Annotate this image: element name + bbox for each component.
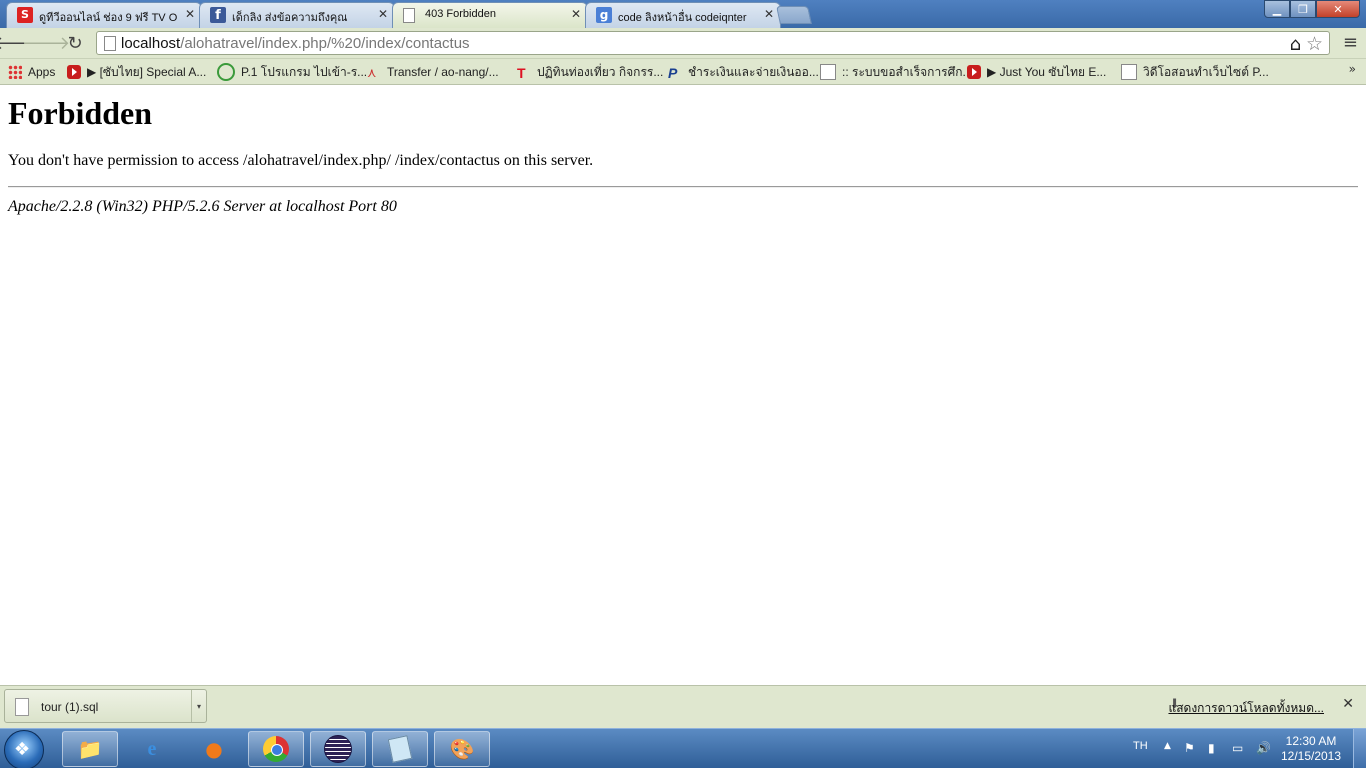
paypal-icon: P — [668, 65, 678, 81]
language-indicator[interactable]: TH — [1133, 740, 1148, 752]
refresh-icon — [217, 63, 235, 81]
explorer-icon[interactable]: 📁 — [62, 731, 118, 767]
action-center-flag-icon[interactable]: ⚑ — [1184, 741, 1195, 755]
url-text[interactable]: localhost/alohatravel/index.php/%20/inde… — [121, 35, 470, 52]
bookmarks-overflow-chevron-icon[interactable]: » — [1349, 62, 1356, 76]
network-icon[interactable]: ▭ — [1232, 741, 1243, 755]
home-icon[interactable]: ⌂ — [1290, 34, 1301, 55]
browser-toolbar: 🡐 🡒 ↻ localhost/alohatravel/index.php/%2… — [0, 28, 1366, 59]
show-desktop-button[interactable] — [1353, 729, 1366, 768]
google-icon: g — [596, 7, 612, 23]
minimize-icon[interactable]: ▁ — [1264, 0, 1290, 18]
tab-4[interactable]: g code ลิงหน้าอื่น codeiqnter ✕ — [585, 2, 781, 28]
youtube-icon — [67, 65, 81, 79]
bookmark-item[interactable]: :: ระบบขอสำเร็จการศึก... — [820, 63, 973, 81]
tab-title: เด็กลิง ส่งข้อความถึงคุณ — [232, 12, 348, 24]
close-window-icon[interactable]: ✕ — [1316, 0, 1360, 18]
bookmark-label: ▶ Just You ซับไทย E... — [987, 64, 1107, 79]
page-icon — [104, 36, 116, 51]
show-all-downloads-link[interactable]: แสดงการดาวน์โหลดทั้งหมด... — [1168, 699, 1324, 718]
download-item[interactable]: tour (1).sql ▾ — [4, 689, 207, 723]
bookmark-apps[interactable]: Apps — [8, 63, 55, 81]
download-filename: tour (1).sql — [41, 700, 99, 714]
tab-3-active[interactable]: 403 Forbidden ✕ — [392, 2, 588, 28]
bookmark-label: ▶ [ซับไทย] Special A... — [87, 64, 207, 79]
bookmarks-bar: Apps ▶ [ซับไทย] Special A... P.1 โปรแกรม… — [0, 59, 1366, 85]
chrome-icon[interactable] — [248, 731, 304, 767]
close-tab-icon[interactable]: ✕ — [764, 7, 774, 21]
bookmark-item[interactable]: ▶ Just You ซับไทย E... — [967, 63, 1106, 81]
tab-title: 403 Forbidden — [425, 8, 496, 20]
url-path: /alohatravel/index.php/%20/index/contact… — [180, 35, 470, 52]
bookmark-item[interactable]: P.1 โปรแกรม ไปเข้า-ร... — [217, 63, 367, 81]
file-icon — [15, 698, 29, 716]
close-tab-icon[interactable]: ✕ — [571, 7, 581, 21]
bookmark-star-icon[interactable]: ☆ — [1306, 33, 1323, 55]
clock[interactable]: 12:30 AM 12/15/2013 — [1276, 734, 1346, 764]
notepad-icon[interactable] — [372, 731, 428, 767]
tab-strip: S ดูทีวีออนไลน์ ช่อง 9 ฟรี TV O ✕ f เด็ก… — [0, 0, 1366, 28]
paint-icon[interactable]: 🎨 — [434, 731, 490, 767]
sanook-icon: S — [17, 7, 33, 23]
internet-explorer-icon[interactable]: e — [124, 731, 180, 767]
youtube-icon — [967, 65, 981, 79]
menu-icon[interactable]: ≡ — [1343, 32, 1358, 53]
bookmark-item[interactable]: ⋏ Transfer / ao-nang/... — [367, 63, 499, 81]
new-tab-button[interactable] — [776, 6, 812, 24]
tab-1[interactable]: S ดูทีวีออนไลน์ ช่อง 9 ฟรี TV O ✕ — [6, 2, 202, 28]
taskbar: ❖ 📁 e ● 🎨 TH ▲ ⚑ ▮ ▭ 🔊 12:30 AM 12/15/20… — [0, 728, 1366, 768]
close-tab-icon[interactable]: ✕ — [185, 7, 195, 21]
url-host: localhost — [121, 35, 181, 52]
bookmark-item[interactable]: ▶ [ซับไทย] Special A... — [67, 63, 206, 81]
window-controls: ▁ ❐ ✕ — [1264, 0, 1360, 18]
doc-icon — [1121, 64, 1137, 80]
bookmark-item[interactable]: T ปฏิทินท่องเที่ยว กิจกรร... — [517, 63, 664, 82]
walker-icon: ⋏ — [367, 65, 377, 80]
clock-time: 12:30 AM — [1285, 734, 1337, 748]
address-bar[interactable]: localhost/alohatravel/index.php/%20/inde… — [96, 31, 1330, 55]
bookmark-item[interactable]: วิดีโอสอนทำเว็บไซต์ P... — [1121, 63, 1269, 81]
system-tray: TH ▲ ⚑ ▮ ▭ 🔊 12:30 AM 12/15/2013 — [1126, 729, 1366, 768]
page-content: Forbidden You don't have permission to a… — [0, 85, 1366, 685]
tab-title: ดูทีวีออนไลน์ ช่อง 9 ฟรี TV O — [39, 12, 178, 24]
bookmark-label: Transfer / ao-nang/... — [387, 65, 499, 79]
reload-icon[interactable]: ↻ — [63, 31, 87, 55]
bookmark-label: ชำระเงินและจ่ายเงินออ... — [688, 64, 819, 79]
close-shelf-icon[interactable]: ✕ — [1342, 696, 1354, 712]
close-tab-icon[interactable]: ✕ — [378, 7, 388, 21]
page-title: Forbidden — [8, 95, 153, 131]
clock-date: 12/15/2013 — [1280, 749, 1342, 763]
tab-title: code ลิงหน้าอื่น codeiqnter — [618, 12, 747, 24]
facebook-icon: f — [210, 7, 226, 23]
bookmark-label: Apps — [28, 65, 56, 79]
bookmark-label: :: ระบบขอสำเร็จการศึก... — [842, 64, 973, 79]
doc-icon — [820, 64, 836, 80]
forward-arrow-icon[interactable]: 🡒 — [22, 31, 70, 55]
page-icon — [403, 8, 415, 23]
server-signature: Apache/2.2.8 (Win32) PHP/5.2.6 Server at… — [8, 198, 397, 215]
firefox-icon[interactable]: ● — [186, 731, 242, 767]
error-message: You don't have permission to access /alo… — [8, 152, 594, 169]
t-icon: T — [517, 65, 526, 81]
eclipse-icon[interactable] — [310, 731, 366, 767]
show-hidden-icons-icon[interactable]: ▲ — [1164, 741, 1171, 751]
tab-2[interactable]: f เด็กลิง ส่งข้อความถึงคุณ ✕ — [199, 2, 395, 28]
bookmark-label: P.1 โปรแกรม ไปเข้า-ร... — [241, 64, 368, 79]
maximize-icon[interactable]: ❐ — [1290, 0, 1316, 18]
bookmark-item[interactable]: P ชำระเงินและจ่ายเงินออ... — [668, 63, 819, 82]
chevron-down-icon[interactable]: ▾ — [191, 690, 206, 722]
bookmark-label: ปฏิทินท่องเที่ยว กิจกรร... — [537, 64, 664, 79]
apps-icon — [8, 65, 22, 79]
start-button[interactable]: ❖ — [4, 730, 44, 768]
bookmark-label: วิดีโอสอนทำเว็บไซต์ P... — [1143, 64, 1269, 79]
download-shelf: tour (1).sql ▾ ⬇ แสดงการดาวน์โหลดทั้งหมด… — [0, 685, 1366, 728]
divider — [8, 186, 1358, 188]
power-icon[interactable]: ▮ — [1208, 741, 1215, 755]
volume-icon[interactable]: 🔊 — [1256, 741, 1271, 755]
windows-logo-icon: ❖ — [14, 739, 31, 760]
